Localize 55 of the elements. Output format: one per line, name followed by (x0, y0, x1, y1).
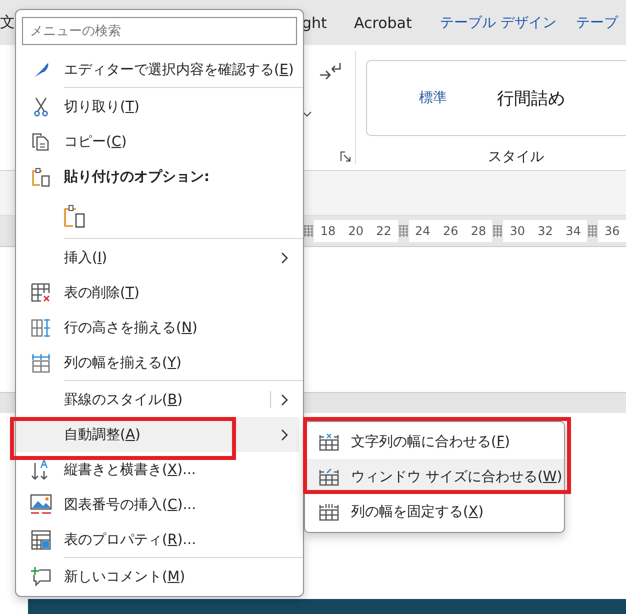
ribbon-tab[interactable]: Acrobat (354, 14, 440, 32)
ruler-number: 32 (531, 220, 560, 242)
ruler-number: 36 (598, 220, 626, 242)
chevron-down-icon[interactable] (302, 111, 312, 117)
ribbon-tab[interactable]: テーブル デザイン (440, 14, 576, 32)
menu-item[interactable]: 縦書きと横書き(X)... (16, 452, 299, 487)
submenu-item[interactable]: 文字列の幅に合わせる(F) (305, 424, 564, 459)
style-option[interactable]: 行間詰め (497, 86, 565, 110)
dialog-launcher-icon[interactable] (340, 151, 351, 162)
scissors-icon (33, 96, 49, 116)
group-label: スタイル (488, 148, 544, 166)
ruler-number: 28 (464, 220, 492, 242)
table-icon (319, 432, 339, 450)
column-marker-icon[interactable] (304, 225, 313, 237)
copy-icon (31, 132, 51, 152)
menu-item[interactable]: 表の削除(T) (16, 275, 299, 310)
ruler-number: 22 (370, 220, 398, 242)
menu-item[interactable]: 図表番号の挿入(C)... (16, 487, 299, 522)
ruler-number: 34 (559, 220, 588, 242)
menu-item[interactable]: 自動調整(A) (16, 417, 299, 452)
column-marker-icon[interactable] (398, 225, 408, 237)
column-width-icon (31, 352, 51, 372)
ruler-number: 26 (436, 220, 465, 242)
ruler-number: 20 (342, 220, 370, 242)
caption-icon (30, 494, 52, 516)
row-height-icon (31, 318, 51, 338)
column-marker-icon[interactable] (493, 225, 502, 237)
menu-item[interactable]: 行の高さを揃える(N) (16, 310, 299, 345)
style-option[interactable]: 標準 (419, 89, 447, 107)
ruler-number: 30 (503, 220, 532, 242)
ruler-number: 24 (408, 220, 437, 242)
menu-item[interactable]: 新しいコメント(M) (16, 559, 299, 594)
menu-item[interactable]: エディターで選択内容を確認する(E) (16, 52, 299, 87)
submenu-item[interactable]: 列の幅を固定する(X) (305, 494, 564, 529)
ruler-number: 18 (314, 220, 342, 242)
menu-item[interactable]: 切り取り(T) (16, 89, 299, 124)
table-delete-icon (31, 282, 51, 302)
table-icon (319, 502, 339, 520)
search-field[interactable]: メニューの検索 (22, 17, 297, 45)
menu-item[interactable]: コピー(C) (16, 124, 299, 159)
chevron-right-icon (281, 394, 289, 406)
new-comment-icon (31, 566, 51, 586)
ribbon-tab[interactable]: テーブ (576, 14, 618, 32)
table-properties-icon (31, 530, 51, 550)
table-icon (319, 468, 339, 486)
column-marker-icon[interactable] (588, 225, 598, 237)
paste-icon[interactable] (64, 204, 86, 228)
menu-item[interactable]: 表のプロパティ(R)... (16, 522, 299, 557)
menu-item[interactable]: 列の幅を揃える(Y) (16, 345, 299, 380)
clipboard-icon (32, 166, 50, 186)
menu-item[interactable]: 挿入(I) (16, 240, 299, 275)
chevron-right-icon (281, 429, 289, 441)
chevron-right-icon (281, 252, 289, 264)
section-header: 貼り付けのオプション: (64, 168, 210, 186)
menu-item[interactable]: 罫線のスタイル(B) (16, 382, 299, 417)
